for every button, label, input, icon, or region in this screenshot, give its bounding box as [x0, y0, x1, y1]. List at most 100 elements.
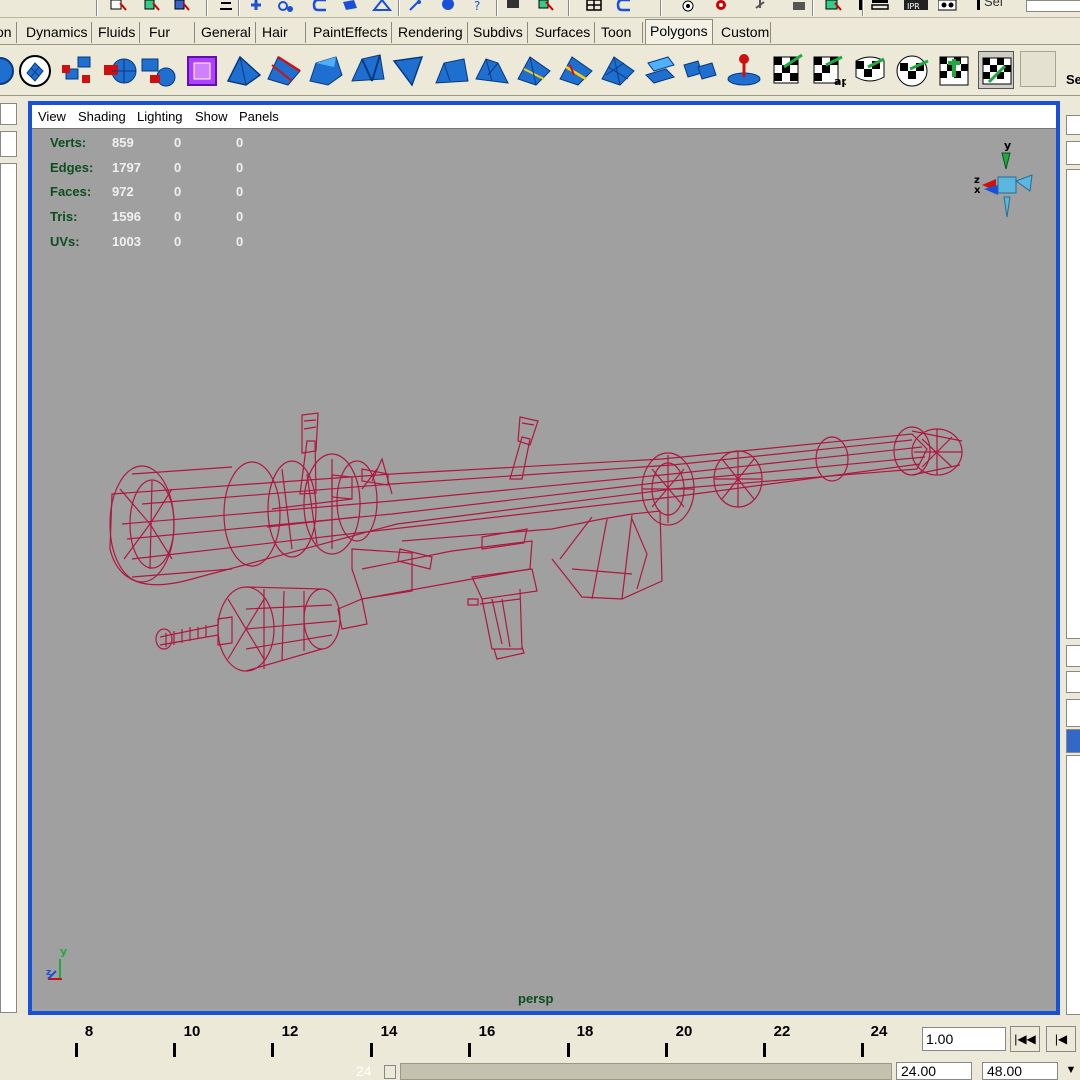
poke-icon[interactable]: [350, 51, 386, 89]
split-edge-icon[interactable]: [558, 51, 594, 89]
empty-shelf-slot[interactable]: [1020, 51, 1056, 87]
channel-box-list[interactable]: [1066, 169, 1080, 639]
range-slider-track[interactable]: [400, 1063, 892, 1080]
tab-rendering[interactable]: Rendering: [394, 22, 468, 43]
input-ops-icon[interactable]: [406, 0, 426, 14]
layout-uvs-icon[interactable]: [978, 51, 1014, 89]
wireframe-model[interactable]: [32, 129, 1056, 989]
spherical-map-icon[interactable]: [852, 51, 888, 89]
range-end-field[interactable]: 24.00: [896, 1062, 972, 1080]
automatic-map-icon[interactable]: [894, 51, 930, 89]
render-region-icon[interactable]: [824, 0, 844, 14]
svg-text:ap: ap: [834, 75, 846, 88]
tab-fur[interactable]: Fur: [145, 22, 195, 43]
append-polygon-icon[interactable]: [516, 51, 552, 89]
wedge-icon[interactable]: [392, 51, 428, 89]
help-icon[interactable]: ?: [468, 0, 488, 14]
texture-editor-icon[interactable]: [936, 51, 972, 89]
split-polygon-icon[interactable]: [17, 51, 53, 89]
go-to-start-button[interactable]: |◀◀: [1010, 1026, 1040, 1052]
tab-toon[interactable]: Toon: [597, 22, 643, 43]
tab-polygons[interactable]: Polygons: [645, 19, 713, 44]
tab-painteffects[interactable]: PaintEffects: [309, 22, 393, 43]
render-grid-icon[interactable]: [584, 0, 604, 14]
channel-box-field[interactable]: [1066, 141, 1080, 165]
time-tick: [271, 1043, 274, 1057]
light-icon[interactable]: [750, 0, 770, 14]
render-settings-icon[interactable]: [678, 0, 698, 14]
make-live-icon[interactable]: [371, 0, 393, 14]
ipr-render-icon[interactable]: IPR: [904, 0, 928, 14]
tab-dynamics[interactable]: Dynamics: [22, 22, 93, 43]
camera-icon[interactable]: [790, 0, 810, 14]
left-panel-list[interactable]: [0, 163, 17, 1013]
separator: [568, 0, 570, 16]
planar-map-icon[interactable]: [768, 51, 804, 89]
perspective-viewport[interactable]: View Shading Lighting Show Panels Verts:…: [28, 101, 1060, 1015]
selection-mode-label[interactable]: Sel: [984, 0, 1003, 9]
sphere-icon[interactable]: [0, 51, 18, 89]
render-current-icon[interactable]: [536, 0, 556, 14]
snap-curve-icon[interactable]: [276, 0, 296, 14]
camera-name-label: persp: [518, 991, 554, 1006]
left-panel-field[interactable]: [0, 103, 17, 125]
layer-editor-radio[interactable]: [1066, 645, 1080, 667]
bevel-icon[interactable]: [308, 51, 344, 89]
separator: [496, 0, 498, 16]
chamfer-icon[interactable]: [434, 51, 470, 89]
tab-general[interactable]: General: [197, 22, 256, 43]
duplicate-face-icon[interactable]: [642, 51, 678, 89]
tab-hair[interactable]: Hair: [258, 22, 306, 43]
animation-end-field[interactable]: 48.00: [982, 1062, 1058, 1080]
quick-select-field[interactable]: [1026, 0, 1080, 12]
smooth-icon[interactable]: [682, 51, 718, 89]
channel-box-field[interactable]: [1066, 115, 1080, 135]
layer-editor-toolbar[interactable]: [1066, 699, 1080, 727]
extrude-edge-icon[interactable]: [266, 51, 302, 89]
time-slider[interactable]: 8 10 12 14 16 18 20 22 24: [0, 1017, 920, 1059]
subdivide-icon[interactable]: [600, 51, 636, 89]
step-back-button[interactable]: |◀: [1046, 1026, 1076, 1052]
menu-panels[interactable]: Panels: [239, 109, 279, 125]
layer-row[interactable]: [1066, 729, 1080, 753]
construction-history-icon[interactable]: [438, 0, 458, 14]
snap-grid-icon[interactable]: [246, 0, 266, 14]
chevron-down-icon[interactable]: ▼: [1062, 1064, 1080, 1080]
extract-icon[interactable]: [60, 51, 96, 89]
axis-y-label: y: [60, 945, 67, 958]
select-object-icon[interactable]: [142, 0, 162, 14]
menu-shading[interactable]: Shading: [78, 109, 126, 125]
tab-surfaces[interactable]: Surfaces: [531, 22, 596, 43]
sculpt-icon[interactable]: [726, 51, 762, 89]
channel-box-icon[interactable]: [870, 0, 890, 14]
cylindrical-map-icon[interactable]: ap: [810, 51, 846, 89]
hypershade-icon[interactable]: [712, 0, 732, 14]
current-time-field[interactable]: 1.00: [922, 1027, 1006, 1051]
render-snapshot-icon[interactable]: [937, 0, 958, 14]
tab-custom[interactable]: Custom: [717, 22, 771, 43]
layer-list[interactable]: [1066, 755, 1080, 1015]
menu-view[interactable]: View: [38, 109, 66, 125]
tab-animation[interactable]: on: [0, 22, 17, 43]
render-view-icon[interactable]: [504, 0, 524, 14]
select-hierarchy-icon[interactable]: [108, 0, 128, 14]
layer-editor-menu[interactable]: [1066, 671, 1080, 693]
snap-point-icon[interactable]: [312, 0, 332, 14]
lock-selection-icon[interactable]: [216, 0, 236, 14]
separator: [660, 0, 662, 16]
combine-icon[interactable]: [102, 51, 138, 89]
tab-subdivs[interactable]: Subdivs: [469, 22, 528, 43]
left-panel-field[interactable]: [0, 131, 17, 157]
ipr-curve-icon[interactable]: [616, 0, 636, 14]
cube-icon[interactable]: [184, 51, 220, 89]
separator: [398, 0, 400, 16]
separate-icon[interactable]: [140, 51, 176, 89]
range-handle[interactable]: [384, 1065, 396, 1079]
menu-lighting[interactable]: Lighting: [137, 109, 183, 125]
menu-show[interactable]: Show: [195, 109, 228, 125]
tab-fluids[interactable]: Fluids: [94, 22, 141, 43]
merge-vertex-icon[interactable]: [474, 51, 510, 89]
select-component-icon[interactable]: [172, 0, 192, 14]
snap-view-plane-icon[interactable]: [340, 0, 360, 14]
extrude-face-icon[interactable]: [226, 51, 262, 89]
